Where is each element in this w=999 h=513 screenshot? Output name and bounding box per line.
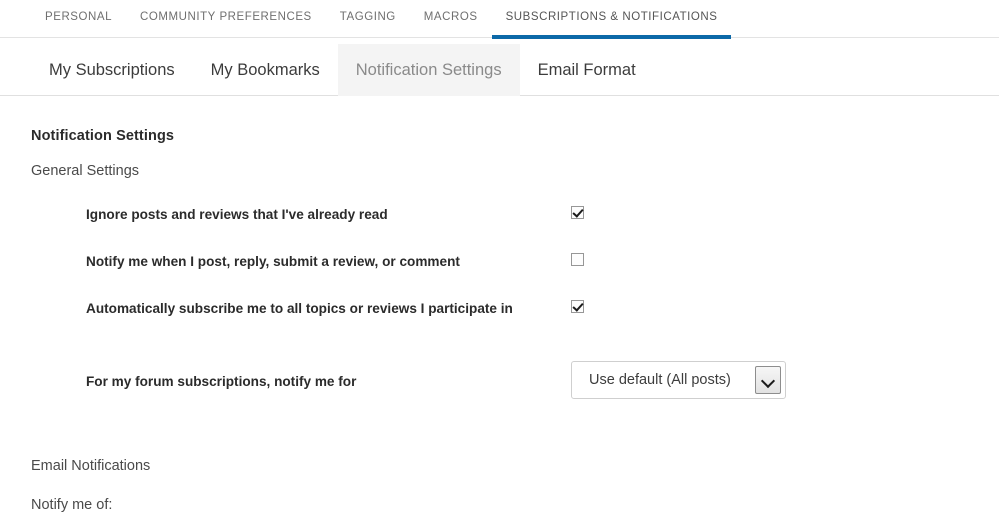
subtab-my-subscriptions[interactable]: My Subscriptions <box>31 44 193 96</box>
tab-macros[interactable]: MACROS <box>410 0 492 38</box>
secondary-tab-list: My Subscriptions My Bookmarks Notificati… <box>31 44 654 96</box>
tab-tagging[interactable]: TAGGING <box>326 0 410 38</box>
setting-label-notify-own-activity: Notify me when I post, reply, submit a r… <box>86 254 460 269</box>
tab-macros-label: MACROS <box>423 11 478 23</box>
setting-label-forum-subscription-level: For my forum subscriptions, notify me fo… <box>86 374 357 389</box>
primary-tab-bar: PERSONAL COMMUNITY PREFERENCES TAGGING M… <box>0 0 999 39</box>
subtab-my-subscriptions-label: My Subscriptions <box>49 60 175 79</box>
tab-tagging-label: TAGGING <box>339 11 396 23</box>
checkbox-ignore-read[interactable] <box>571 206 584 219</box>
subtab-email-format[interactable]: Email Format <box>520 44 654 96</box>
setting-control-slot <box>571 206 584 224</box>
general-settings-heading: General Settings <box>31 163 140 179</box>
setting-control-slot <box>571 253 584 271</box>
tab-community-preferences[interactable]: COMMUNITY PREFERENCES <box>126 0 326 38</box>
chevron-down-icon[interactable] <box>755 366 781 394</box>
select-forum-subscription-level-value: Use default (All posts) <box>589 372 731 388</box>
setting-row-forum-subscription-level: For my forum subscriptions, notify me fo… <box>31 361 991 428</box>
checkbox-notify-own-activity[interactable] <box>571 253 584 266</box>
setting-label-ignore-read: Ignore posts and reviews that I've alrea… <box>86 207 388 222</box>
tab-subscriptions-notifications-label: SUBSCRIPTIONS & NOTIFICATIONS <box>505 11 718 23</box>
select-forum-subscription-level[interactable]: Use default (All posts) <box>571 361 786 399</box>
subtab-email-format-label: Email Format <box>537 60 636 79</box>
subtab-notification-settings-label: Notification Settings <box>355 60 502 79</box>
setting-row-ignore-read: Ignore posts and reviews that I've alrea… <box>31 201 991 247</box>
tab-personal[interactable]: PERSONAL <box>31 0 126 38</box>
primary-tab-list: PERSONAL COMMUNITY PREFERENCES TAGGING M… <box>31 0 732 39</box>
secondary-tab-bar: My Subscriptions My Bookmarks Notificati… <box>0 38 999 96</box>
general-settings-form: Ignore posts and reviews that I've alrea… <box>31 201 991 428</box>
subtab-my-bookmarks-label: My Bookmarks <box>210 60 320 79</box>
settings-content: Notification Settings General Settings I… <box>31 96 991 513</box>
subtab-my-bookmarks[interactable]: My Bookmarks <box>193 44 338 96</box>
checkbox-auto-subscribe[interactable] <box>571 300 584 313</box>
setting-row-notify-own-activity: Notify me when I post, reply, submit a r… <box>31 248 991 294</box>
page-title: Notification Settings <box>31 128 175 144</box>
setting-row-auto-subscribe: Automatically subscribe me to all topics… <box>31 295 991 368</box>
subtab-notification-settings[interactable]: Notification Settings <box>337 44 520 96</box>
tab-personal-label: PERSONAL <box>45 11 113 23</box>
setting-label-auto-subscribe: Automatically subscribe me to all topics… <box>86 301 513 316</box>
setting-control-slot: Use default (All posts) <box>571 361 786 399</box>
tab-subscriptions-notifications[interactable]: SUBSCRIPTIONS & NOTIFICATIONS <box>491 0 732 39</box>
setting-control-slot <box>571 300 584 318</box>
notify-me-of-label: Notify me of: <box>31 497 113 513</box>
tab-community-preferences-label: COMMUNITY PREFERENCES <box>140 11 312 23</box>
email-notifications-heading: Email Notifications <box>31 458 151 474</box>
